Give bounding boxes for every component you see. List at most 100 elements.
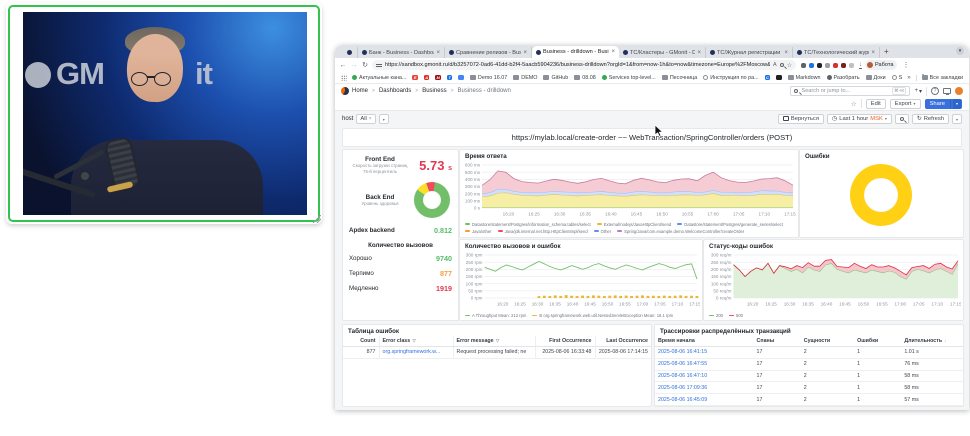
throughput-chart[interactable]: 0 rpm50 rpm100 rpm150 rpm200 rpm250 rpm3…	[462, 251, 700, 307]
share-button[interactable]: Share▾	[925, 99, 962, 109]
bookmark-item[interactable]: Разобрать	[827, 75, 860, 81]
tab-list-caret-icon[interactable]: ▾	[956, 47, 964, 55]
breadcrumb-dashboards[interactable]: Dashboards	[379, 88, 411, 94]
panel-title[interactable]: Ошибки	[800, 150, 963, 161]
table-link[interactable]: 2025-08-06 16:45:09	[655, 394, 754, 406]
extension-icon[interactable]	[825, 63, 830, 68]
refresh-interval-caret-icon[interactable]: ▾	[952, 114, 962, 124]
panel-title[interactable]: Таблица ошибок	[343, 325, 651, 336]
extension-icon[interactable]	[841, 63, 846, 68]
panel-title[interactable]: Трассировки распределённых транзакций	[655, 325, 963, 336]
tab-close-icon[interactable]: ×	[436, 50, 440, 56]
back-icon[interactable]: ←	[339, 62, 347, 69]
time-range-picker[interactable]: ◷Last 1 hourMSK▾	[827, 114, 892, 124]
column-header[interactable]: Ошибки	[854, 336, 901, 347]
url-bar[interactable]: https://sandbox.gmonit.ru/d/b3257072-0ad…	[372, 60, 796, 70]
tab-close-icon[interactable]: ×	[871, 50, 875, 56]
panel-title[interactable]: Количество вызовов и ошибок	[460, 240, 702, 251]
host-select[interactable]: All×	[356, 114, 375, 124]
site-info-icon[interactable]	[376, 62, 382, 68]
bookmark-item[interactable]: Инструкция по ра...	[703, 75, 758, 81]
legend-item[interactable]: B org.springframework.web.util.NestedSer…	[532, 313, 673, 318]
breadcrumb-home[interactable]: Home	[352, 88, 368, 94]
errors-donut[interactable]	[850, 164, 912, 226]
panel-title[interactable]: Статус-коды ошибок	[704, 240, 963, 251]
apps-grid-icon[interactable]	[341, 75, 347, 81]
table-link[interactable]: 2025-08-06 17:09:36	[655, 382, 754, 394]
translate-icon[interactable]: A	[773, 62, 777, 68]
bookmark-item[interactable]: Services top-level...	[602, 75, 656, 81]
help-icon[interactable]: ?	[931, 87, 939, 95]
reload-icon[interactable]: ↻	[361, 61, 369, 69]
status-codes-chart[interactable]: 0 req/m50 req/m100 req/m150 req/m200 req…	[706, 251, 961, 307]
bookmark-all-folder[interactable]: Все закладки	[916, 75, 963, 81]
legend-item[interactable]: Datastore/statement/Postgres/information…	[465, 221, 591, 227]
legend-item[interactable]: Java/jdk.internal.net.http.HttpClientImp…	[498, 228, 588, 234]
table-link[interactable]: 2025-08-06 16:41:15	[655, 347, 754, 359]
extension-icon[interactable]	[817, 63, 822, 68]
legend-item[interactable]: Spring/Java/com.example.demo.WelcomeCont…	[617, 228, 744, 234]
bookmark-item[interactable]: T	[447, 75, 453, 81]
bookmark-item[interactable]: C	[765, 75, 771, 81]
column-header[interactable]: Count	[343, 336, 379, 347]
panel-title[interactable]: Время ответа	[460, 150, 798, 161]
tab-close-icon[interactable]: ×	[697, 50, 701, 56]
legend-item[interactable]: Java/other	[465, 228, 492, 234]
column-header[interactable]: Длительность ↓	[901, 336, 963, 347]
user-avatar[interactable]	[955, 87, 963, 95]
column-header[interactable]: Сущности	[801, 336, 854, 347]
downloads-icon[interactable]: ↓	[859, 62, 862, 69]
column-header[interactable]: First Occurrence	[535, 336, 595, 347]
browser-tab[interactable]: ТС/Кластеры - GMonit - Da×	[619, 47, 706, 58]
pinned-tab[interactable]	[342, 47, 358, 58]
backend-health-donut[interactable]	[414, 182, 450, 218]
export-button[interactable]: Export▾	[890, 99, 921, 109]
browser-tab[interactable]: ТС/Журнал регистрации -×	[706, 47, 793, 58]
extension-icon[interactable]	[809, 63, 814, 68]
bookmark-star-icon[interactable]: ☆	[787, 62, 792, 69]
tab-close-icon[interactable]: ×	[523, 50, 527, 56]
host-select-caret-icon[interactable]: ▾	[379, 114, 389, 124]
legend-item[interactable]: 500	[729, 313, 743, 318]
tab-close-icon[interactable]: ×	[611, 49, 615, 55]
column-header[interactable]: Last Occurrence	[595, 336, 651, 347]
bookmark-item[interactable]: Доки	[866, 75, 886, 81]
edit-button[interactable]: Edit	[866, 99, 886, 109]
resize-handle-icon[interactable]	[313, 215, 321, 223]
browser-tab[interactable]: Банк - Business - Dashboar×	[358, 47, 445, 58]
tab-close-icon[interactable]: ×	[784, 50, 788, 56]
bookmark-item[interactable]: 08.08	[574, 75, 596, 81]
table-link[interactable]: 2025-08-06 16:47:10	[655, 370, 754, 382]
bookmarks-overflow-icon[interactable]: »	[907, 75, 910, 81]
legend-item[interactable]: Other	[594, 228, 611, 234]
bookmark-item[interactable]: Актуальные кана...	[352, 75, 406, 81]
breadcrumb-business[interactable]: Business	[422, 88, 446, 94]
extension-icon[interactable]	[849, 63, 854, 68]
favorite-star-icon[interactable]: ☆	[851, 100, 857, 108]
return-button[interactable]: Вернуться	[778, 114, 824, 124]
legend-item[interactable]: Datastore/statement/Postgres/generate_se…	[677, 221, 783, 227]
browser-tab[interactable]: Business - drilldown - Busi×	[532, 46, 619, 58]
browser-tab[interactable]: Сравнение релизов - Busi×	[445, 47, 532, 58]
bookmark-item[interactable]: M	[435, 75, 441, 81]
extension-icon[interactable]	[833, 63, 838, 68]
add-button[interactable]: +▾	[914, 88, 922, 95]
forward-icon[interactable]: →	[350, 62, 358, 69]
column-header[interactable]: Error class ▽	[379, 336, 453, 347]
bookmark-item[interactable]: Demo 16.07	[470, 75, 507, 81]
bookmark-item[interactable]: DEMO	[513, 75, 537, 81]
search-input[interactable]: Search or jump to... ⌘+K	[790, 86, 910, 96]
legend-item[interactable]: 200	[709, 313, 723, 318]
column-header[interactable]: Время начала	[655, 336, 754, 347]
profile-chip[interactable]: Работа	[865, 60, 897, 70]
bookmark-item[interactable]: GitHub	[543, 75, 568, 81]
browser-tab[interactable]: ТС/Технологический журн×	[793, 47, 880, 58]
bookmark-item[interactable]: E	[412, 75, 418, 81]
refresh-button[interactable]: ◷↻Refresh	[912, 114, 949, 124]
column-header[interactable]: Спаны	[754, 336, 801, 347]
zoom-out-button[interactable]	[895, 114, 909, 124]
extension-icon[interactable]	[801, 63, 806, 68]
legend-item[interactable]: A Throughput Mean: 212 rpm	[465, 313, 526, 318]
bookmark-item[interactable]	[776, 75, 782, 81]
bookmark-item[interactable]: Песочница	[662, 75, 697, 81]
